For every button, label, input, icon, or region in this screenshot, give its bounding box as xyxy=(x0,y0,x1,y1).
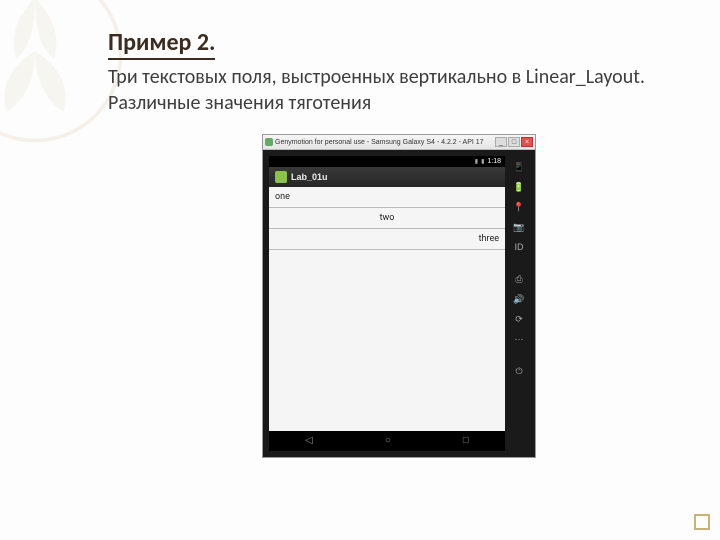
app-window-icon xyxy=(265,138,273,146)
id-panel-icon[interactable]: ID xyxy=(512,240,526,254)
slide-description: Три текстовых поля, выстроенных вертикал… xyxy=(108,64,690,116)
rotate-panel-icon[interactable]: ⟳ xyxy=(512,312,526,326)
battery-icon: ▮ xyxy=(481,158,484,165)
phone-frame: ▮ ▮ 1:18 Lab_01u one two three ◁ xyxy=(269,156,505,451)
android-app-title: Lab_01u xyxy=(291,172,328,182)
emulator-side-panel: 📱 🔋 📍 📷 ID ⎙ 🔊 ⟳ ⋯ ⏻ xyxy=(509,156,529,451)
textview-two: two xyxy=(269,208,505,229)
volume-panel-icon[interactable]: 🔊 xyxy=(512,292,526,306)
textview-one: one xyxy=(269,187,505,208)
power-panel-icon[interactable]: ⏻ xyxy=(512,364,526,378)
home-icon[interactable]: ○ xyxy=(385,436,391,446)
app-screen: one two three xyxy=(269,187,505,431)
android-status-bar: ▮ ▮ 1:18 xyxy=(269,156,505,167)
recent-icon[interactable]: □ xyxy=(463,436,469,446)
signal-icon: ▮ xyxy=(475,158,478,165)
minimize-button[interactable]: _ xyxy=(495,137,507,147)
camera-panel-icon[interactable]: 📷 xyxy=(512,220,526,234)
phone-panel-icon[interactable]: 📱 xyxy=(512,160,526,174)
window-title-text: Genymotion for personal use - Samsung Ga… xyxy=(275,139,484,146)
emulator-window: Genymotion for personal use - Samsung Ga… xyxy=(262,134,536,458)
more-panel-icon[interactable]: ⋯ xyxy=(512,332,526,346)
battery-panel-icon[interactable]: 🔋 xyxy=(512,180,526,194)
android-nav-bar: ◁ ○ □ xyxy=(269,431,505,451)
slide-corner-decoration xyxy=(694,514,710,530)
window-titlebar: Genymotion for personal use - Samsung Ga… xyxy=(263,135,535,150)
slide-title: Пример 2. xyxy=(108,28,215,60)
status-time: 1:18 xyxy=(487,158,501,165)
close-button[interactable]: × xyxy=(521,137,533,147)
android-action-bar: Lab_01u xyxy=(269,167,505,187)
screenshot-panel-icon[interactable]: ⎙ xyxy=(512,272,526,286)
textview-three: three xyxy=(269,229,505,250)
gps-panel-icon[interactable]: 📍 xyxy=(512,200,526,214)
back-icon[interactable]: ◁ xyxy=(305,436,313,446)
maximize-button[interactable]: □ xyxy=(508,137,520,147)
android-app-icon xyxy=(275,171,287,183)
